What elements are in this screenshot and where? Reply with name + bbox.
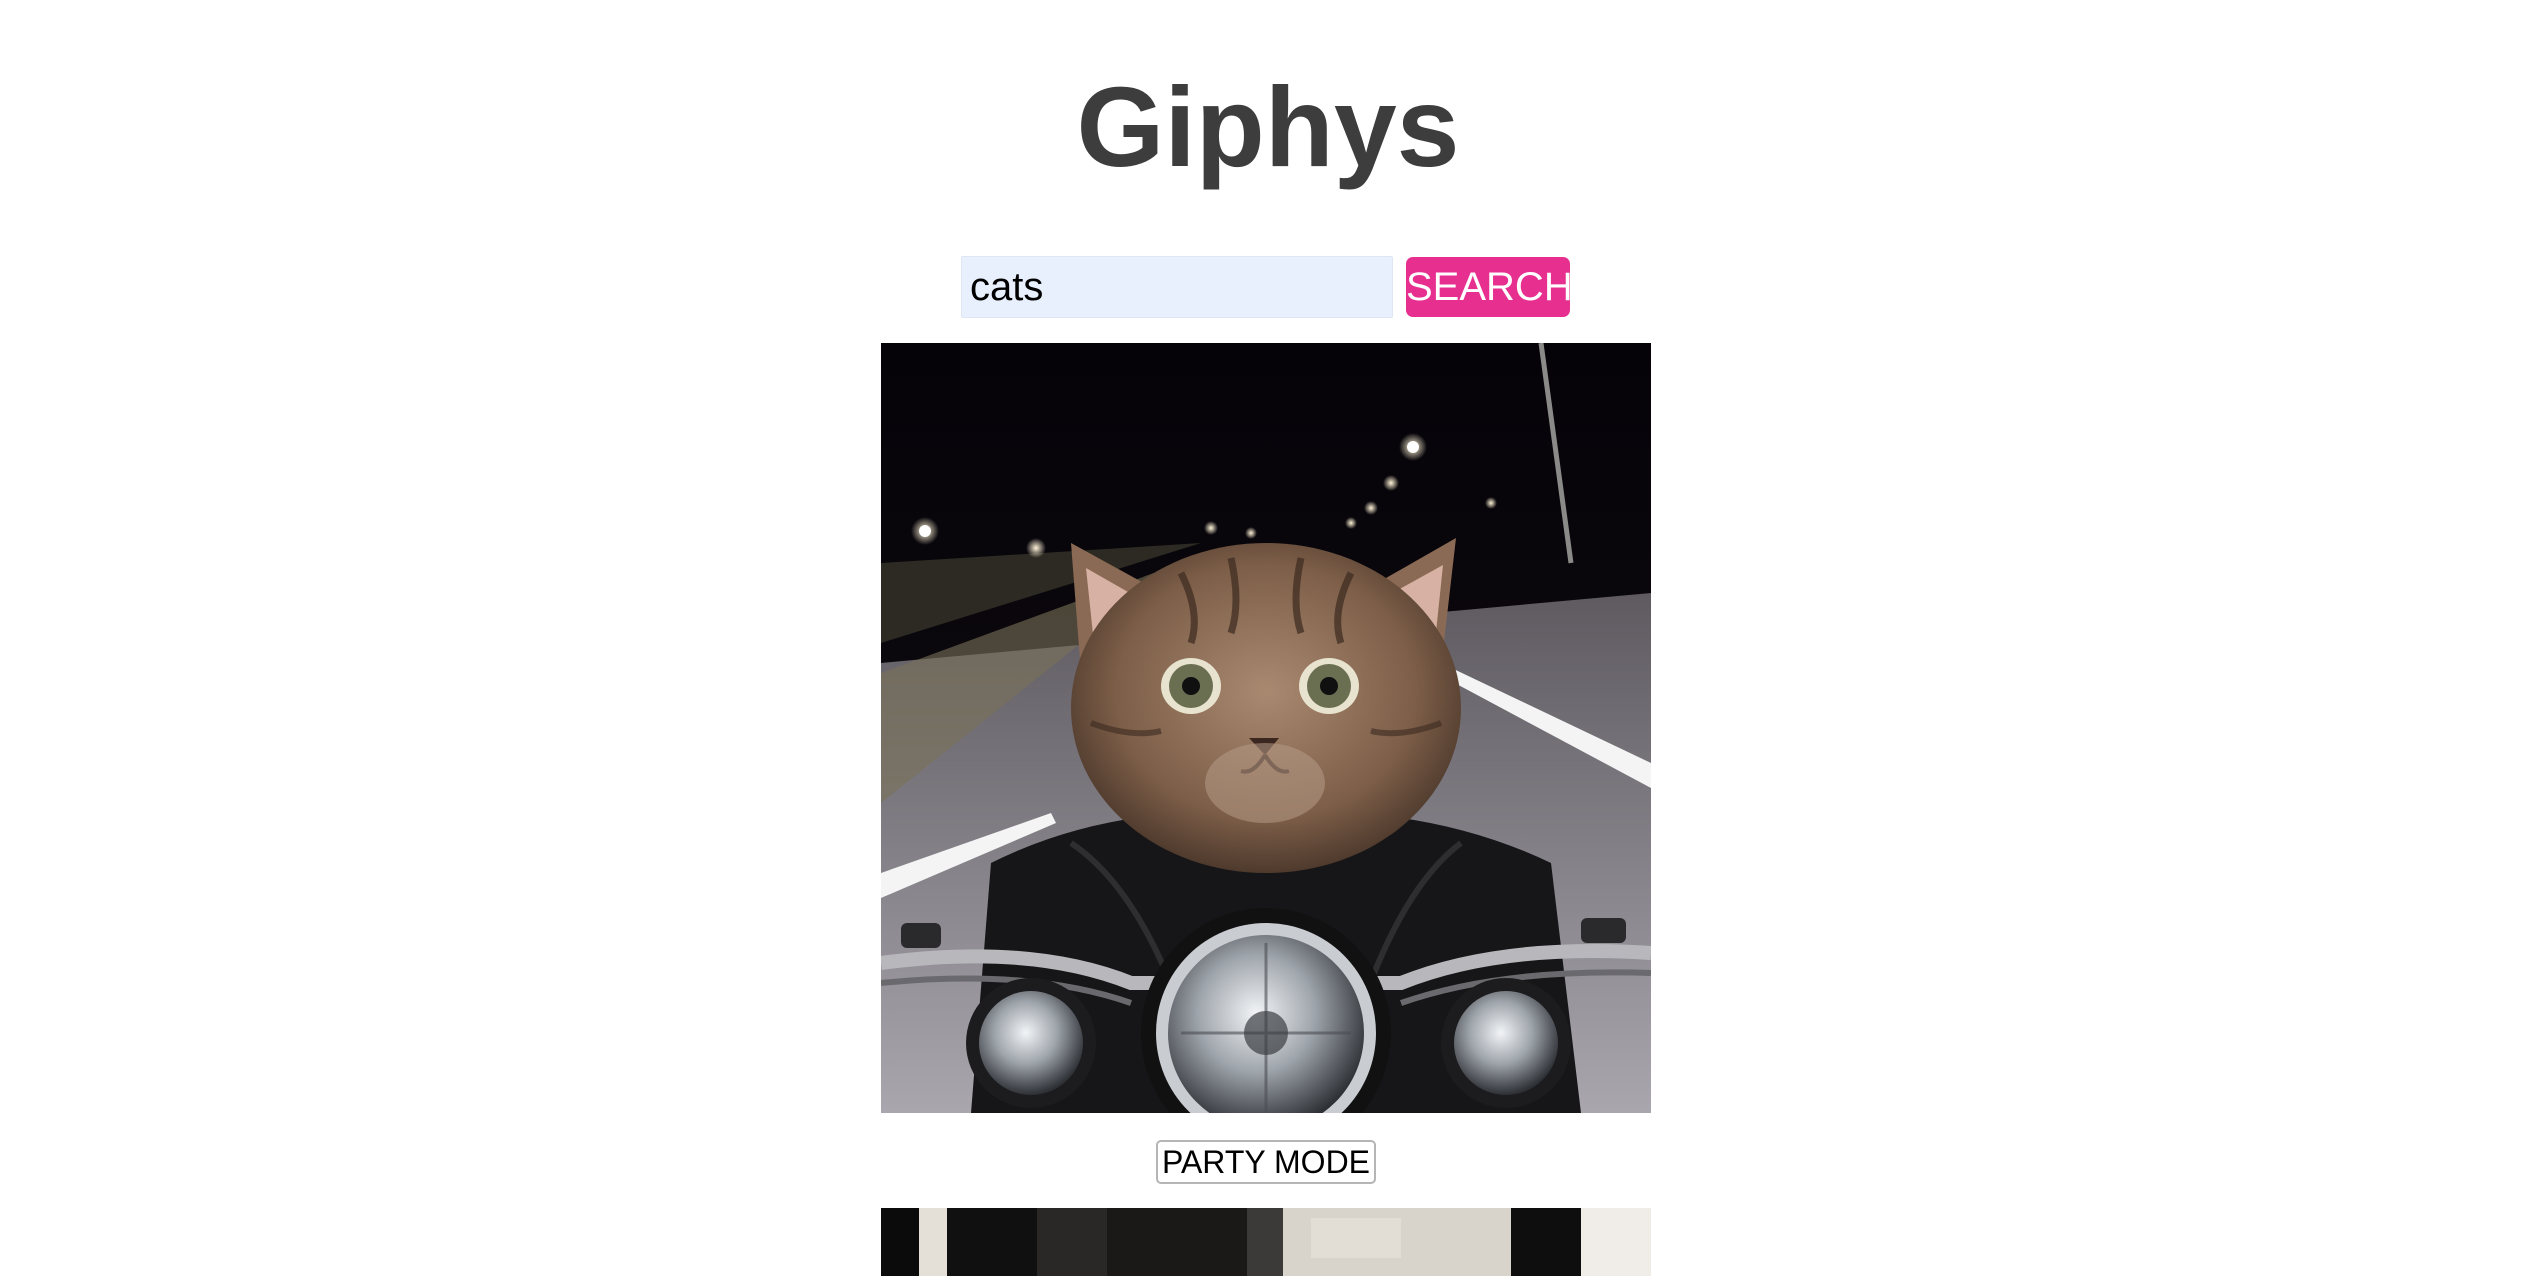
page-title: Giphys bbox=[1076, 64, 1460, 190]
cat-motorcycle-gif bbox=[881, 343, 1651, 1113]
page: Giphys SEARCH bbox=[0, 0, 2536, 1276]
second-gif-preview bbox=[881, 1208, 1651, 1276]
gif-result-image bbox=[881, 1208, 1651, 1276]
gif-result-image bbox=[881, 343, 1651, 1113]
search-button[interactable]: SEARCH bbox=[1406, 257, 1573, 317]
search-bar: SEARCH bbox=[961, 256, 1573, 318]
party-mode-button[interactable]: PARTY MODE bbox=[1156, 1140, 1376, 1184]
search-input[interactable] bbox=[961, 256, 1393, 318]
